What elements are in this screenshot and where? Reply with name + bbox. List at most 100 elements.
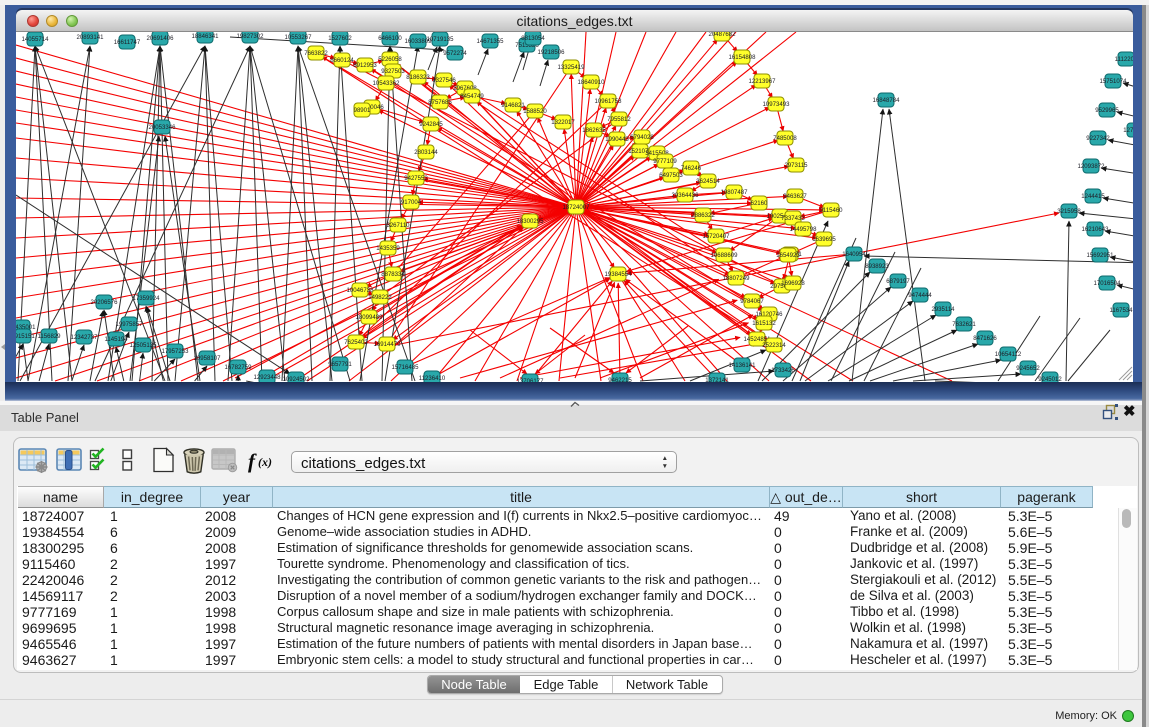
svg-text:18640910: 18640910 <box>578 80 606 86</box>
svg-text:9529965: 9529965 <box>1095 108 1119 114</box>
svg-text:2886322: 2886322 <box>691 213 715 219</box>
svg-text:17359924: 17359924 <box>133 296 161 302</box>
svg-text:16033809: 16033809 <box>405 39 433 45</box>
svg-text:7955812: 7955812 <box>607 117 631 123</box>
svg-text:18807249: 18807249 <box>723 276 751 282</box>
svg-text:10046738: 10046738 <box>347 288 375 294</box>
svg-text:9245652: 9245652 <box>1016 366 1040 372</box>
svg-text:15751074: 15751074 <box>1100 79 1128 85</box>
svg-text:3624514: 3624514 <box>696 179 720 185</box>
svg-text:2803144: 2803144 <box>414 150 438 156</box>
svg-text:12342737: 12342737 <box>71 335 99 341</box>
svg-text:15692951: 15692951 <box>1087 253 1115 259</box>
svg-text:1435359: 1435359 <box>376 246 400 252</box>
svg-text:19975857: 19975857 <box>116 322 144 328</box>
svg-text:7663822: 7663822 <box>304 51 328 57</box>
svg-text:8186323: 8186323 <box>406 75 430 81</box>
svg-text:8757685: 8757685 <box>428 100 452 106</box>
svg-text:2973115: 2973115 <box>784 163 808 169</box>
svg-text:1167534: 1167534 <box>1109 308 1133 314</box>
svg-text:10973493: 10973493 <box>763 102 791 108</box>
svg-text:9657791: 9657791 <box>328 362 352 368</box>
svg-text:7632621: 7632621 <box>952 322 976 328</box>
svg-text:1322017: 1322017 <box>551 120 575 126</box>
svg-text:1733426: 1733426 <box>771 368 795 374</box>
svg-text:15716485: 15716485 <box>392 365 420 371</box>
svg-text:17016504: 17016504 <box>1094 281 1122 287</box>
svg-text:(x): (x) <box>258 455 272 469</box>
svg-text:5226058: 5226058 <box>378 57 402 63</box>
svg-text:3215958: 3215958 <box>1057 209 1081 215</box>
svg-text:8660124: 8660124 <box>330 58 354 64</box>
svg-text:18724007: 18724007 <box>563 205 591 211</box>
svg-text:10961758: 10961758 <box>595 99 623 105</box>
svg-text:3267110: 3267110 <box>386 223 410 229</box>
svg-text:746246: 746246 <box>681 166 702 172</box>
svg-text:19218506: 19218506 <box>538 50 566 56</box>
svg-text:13325419: 13325419 <box>558 65 586 71</box>
svg-text:9327503: 9327503 <box>381 69 405 75</box>
svg-text:9474444: 9474444 <box>908 293 932 299</box>
svg-text:14495798: 14495798 <box>790 227 818 233</box>
svg-text:7485008: 7485008 <box>773 136 797 142</box>
svg-text:1156829: 1156829 <box>37 334 61 340</box>
svg-text:6879197: 6879197 <box>886 279 910 285</box>
svg-text:20893141: 20893141 <box>77 35 105 41</box>
svg-text:1639695: 1639695 <box>812 237 836 243</box>
svg-text:1277403: 1277403 <box>1123 128 1133 134</box>
svg-text:19827302: 19827302 <box>237 34 265 40</box>
svg-text:20206576: 20206576 <box>91 300 119 306</box>
svg-text:9777109: 9777109 <box>653 159 677 165</box>
svg-text:10543362: 10543362 <box>373 81 401 87</box>
svg-text:10807487: 10807487 <box>721 190 749 196</box>
svg-text:18099489: 18099489 <box>356 315 384 321</box>
svg-text:9242845: 9242845 <box>419 122 443 128</box>
svg-text:1696928: 1696928 <box>781 281 805 287</box>
svg-text:14055714: 14055714 <box>22 37 50 43</box>
svg-text:1527602: 1527602 <box>328 36 352 42</box>
svg-text:16848784: 16848784 <box>873 98 901 104</box>
svg-text:1640954: 1640954 <box>842 252 866 258</box>
svg-text:8878334: 8878334 <box>381 272 405 278</box>
svg-text:19384554: 19384554 <box>605 272 633 278</box>
svg-text:2935114: 2935114 <box>931 307 955 313</box>
svg-text:16210643: 16210643 <box>1082 227 1110 233</box>
svg-text:9245012: 9245012 <box>1038 377 1062 382</box>
svg-text:12505135: 12505135 <box>130 343 158 349</box>
svg-text:9227342: 9227342 <box>1086 136 1110 142</box>
svg-text:1372141: 1372141 <box>705 378 729 382</box>
svg-text:10958107: 10958107 <box>194 356 222 362</box>
svg-text:7625402: 7625402 <box>344 340 368 346</box>
svg-text:12213967: 12213967 <box>749 79 777 85</box>
svg-text:1862635: 1862635 <box>582 128 606 134</box>
svg-text:16611747: 16611747 <box>114 40 141 46</box>
svg-text:1654923: 1654923 <box>776 253 800 259</box>
svg-text:9115460: 9115460 <box>819 208 843 214</box>
svg-text:11236410: 11236410 <box>419 376 446 382</box>
svg-text:9572274: 9572274 <box>443 51 467 57</box>
svg-text:6497503: 6497503 <box>659 173 683 179</box>
svg-text:1990443: 1990443 <box>605 137 629 143</box>
svg-text:9427552: 9427552 <box>404 176 428 182</box>
svg-text:12093872: 12093872 <box>1078 164 1106 170</box>
svg-text:7337433: 7337433 <box>781 216 805 222</box>
svg-text:1615132: 1615132 <box>752 321 776 327</box>
svg-text:1112201: 1112201 <box>1115 57 1133 63</box>
svg-text:9784067: 9784067 <box>740 299 764 305</box>
svg-text:1588520: 1588520 <box>523 109 547 115</box>
svg-text:20691406: 20691406 <box>147 36 175 42</box>
svg-text:62160: 62160 <box>751 201 768 207</box>
svg-text:16914479: 16914479 <box>374 342 402 348</box>
svg-text:20053346: 20053346 <box>149 125 177 131</box>
svg-text:14671355: 14671355 <box>477 39 505 45</box>
svg-text:9327546: 9327546 <box>432 78 456 84</box>
svg-text:f: f <box>248 449 257 473</box>
svg-text:18300295: 18300295 <box>517 219 545 225</box>
svg-text:8471626: 8471626 <box>973 336 997 342</box>
svg-text:18846341: 18846341 <box>192 34 220 40</box>
svg-text:13706177: 13706177 <box>517 379 545 382</box>
svg-text:8813054: 8813054 <box>521 36 545 42</box>
svg-text:15720407: 15720407 <box>703 234 731 240</box>
svg-text:1145194: 1145194 <box>104 337 128 343</box>
svg-text:20364436: 20364436 <box>672 193 700 199</box>
